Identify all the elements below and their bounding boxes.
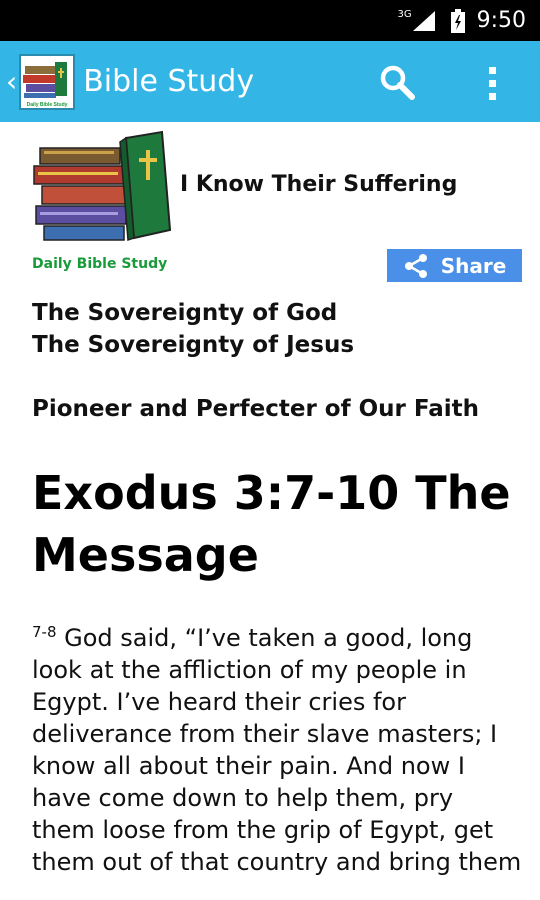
app-logo-icon[interactable]: Daily Bible Study	[19, 53, 76, 110]
battery-icon	[450, 8, 465, 33]
app-bar: ‹ Daily Bible Study Bible Study	[0, 41, 540, 122]
brand-caption: Daily Bible Study	[32, 256, 168, 272]
status-bar: 3G 9:50	[0, 0, 540, 41]
verse-number: 7-8	[32, 623, 57, 641]
svg-text:Daily Bible Study: Daily Bible Study	[27, 102, 68, 108]
scripture-title: Exodus 3:7-10 The Message	[32, 466, 511, 582]
link-sovereignty-of-jesus[interactable]: The Sovereignty of Jesus	[32, 329, 479, 361]
share-icon	[404, 253, 427, 278]
share-button[interactable]: Share	[387, 249, 522, 282]
app-title: Bible Study	[83, 64, 255, 99]
books-illustration-icon	[33, 130, 172, 242]
books-logo-icon: Daily Bible Study	[23, 61, 68, 108]
passage-text: God said, “I’ve taken a good, long look …	[32, 624, 522, 876]
search-icon[interactable]	[378, 63, 418, 103]
article-heading: I Know Their Suffering	[180, 172, 458, 197]
link-sovereignty-of-god[interactable]: The Sovereignty of God	[32, 297, 479, 329]
clock: 9:50	[476, 8, 526, 33]
link-pioneer-and-perfecter[interactable]: Pioneer and Perfecter of Our Faith	[32, 393, 479, 425]
scripture-passage: 7-8 God said, “I’ve taken a good, long l…	[32, 622, 522, 878]
signal-strength-icon	[412, 10, 435, 31]
share-button-label: Share	[440, 253, 507, 278]
back-chevron-icon[interactable]: ‹	[6, 65, 17, 98]
network-type-label: 3G	[397, 9, 412, 20]
article-content: I Know Their Suffering Daily Bible Study…	[0, 122, 540, 900]
related-links: The Sovereignty of God The Sovereignty o…	[32, 297, 479, 425]
overflow-menu-icon[interactable]	[482, 63, 502, 103]
